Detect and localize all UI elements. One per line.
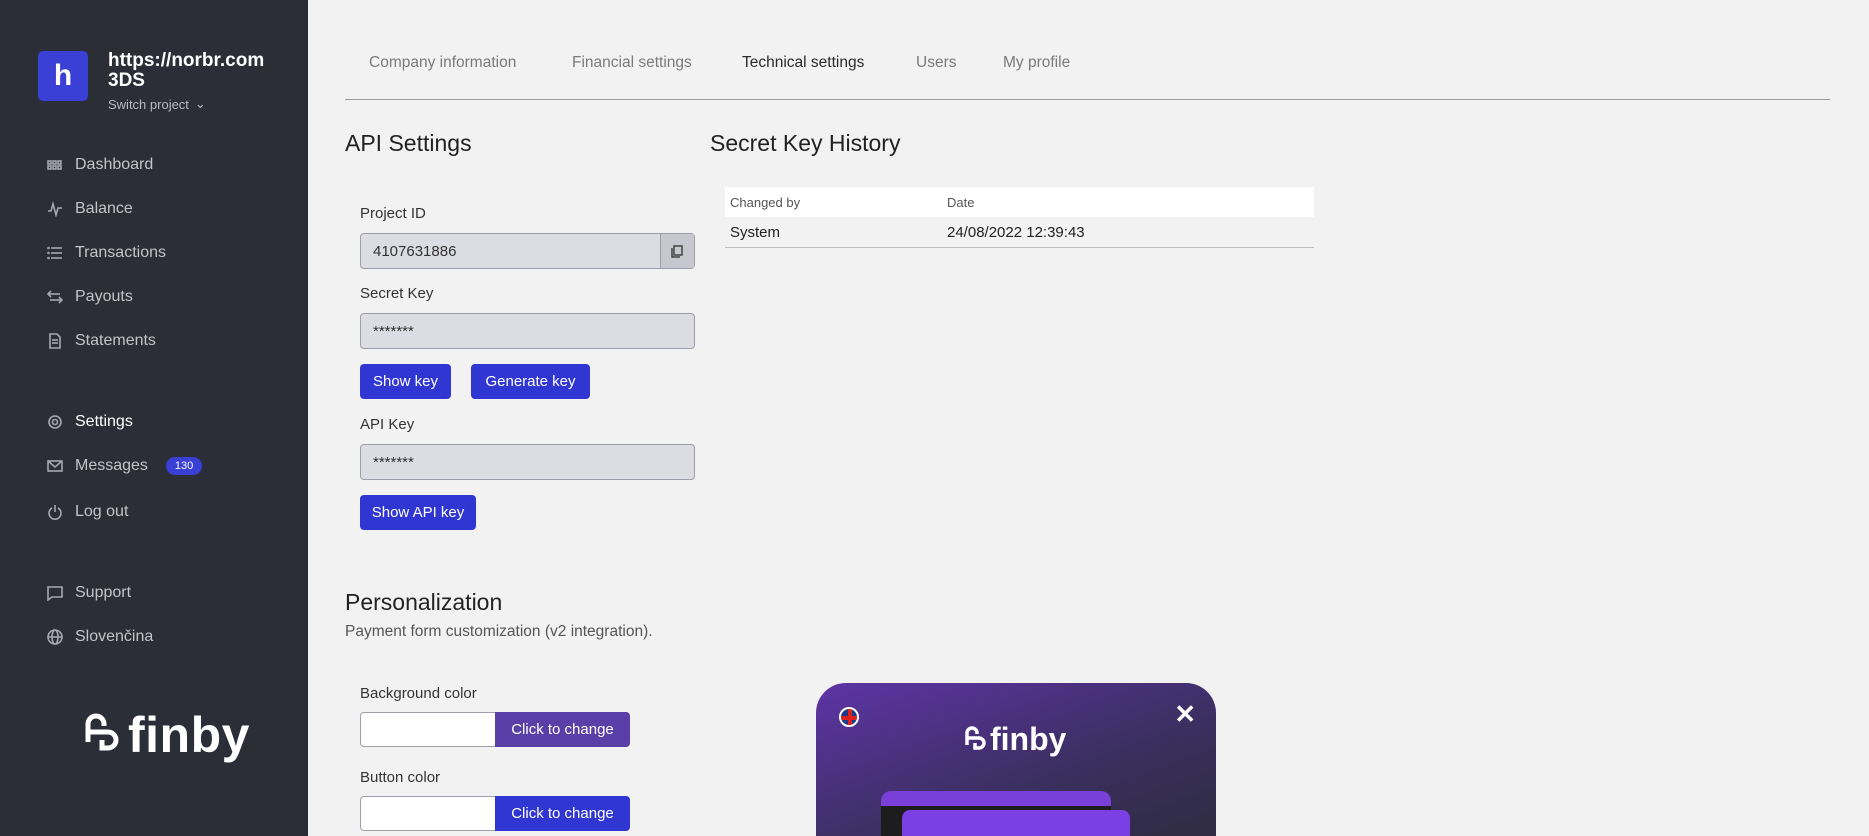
secret-key-history-title: Secret Key History: [710, 130, 901, 156]
show-key-button[interactable]: Show key: [360, 364, 451, 399]
sidebar-item-label: Log out: [75, 503, 129, 520]
generate-key-button[interactable]: Generate key: [471, 364, 590, 399]
api-key-field[interactable]: *******: [360, 444, 695, 480]
column-date: Date: [947, 194, 975, 210]
sidebar-item-transactions[interactable]: Transactions: [47, 244, 166, 262]
list-icon: [47, 245, 63, 261]
api-settings-title: API Settings: [345, 130, 472, 156]
copy-icon: [671, 244, 683, 258]
sidebar-item-label: Dashboard: [75, 156, 154, 173]
background-color-label: Background color: [360, 685, 477, 702]
date-cell: 24/08/2022 12:39:43: [947, 223, 1085, 241]
finby-mark-icon: [85, 713, 119, 751]
payment-form-preview: ✕ finby: [816, 683, 1216, 836]
sidebar: h https://norbr.com 3DS Switch project ⌄…: [0, 0, 308, 836]
document-icon: [47, 333, 63, 349]
switch-project-label: Switch project: [108, 96, 189, 112]
secret-key-value: *******: [373, 322, 414, 340]
changed-by-cell: System: [730, 223, 781, 241]
button-color-input[interactable]: [360, 796, 496, 831]
preview-finby-logo: finby: [964, 721, 1066, 758]
column-changed-by: Changed by: [730, 194, 801, 210]
project-logo: h: [38, 51, 88, 101]
sidebar-item-logout[interactable]: Log out: [47, 503, 128, 521]
project-id-label: Project ID: [360, 205, 426, 222]
tab-company-information[interactable]: Company information: [369, 54, 516, 72]
copy-button[interactable]: [660, 234, 694, 268]
sidebar-item-support[interactable]: Support: [47, 584, 131, 602]
chevron-down-icon: ⌄: [194, 96, 206, 111]
sidebar-item-messages[interactable]: Messages 130: [47, 457, 203, 475]
api-key-label: API Key: [360, 416, 415, 433]
brand-text: finby: [128, 707, 250, 763]
button-color-button[interactable]: Click to change: [495, 796, 630, 831]
secret-key-field[interactable]: *******: [360, 313, 695, 349]
arrows-icon: [47, 289, 63, 305]
sidebar-item-label: Statements: [75, 332, 156, 349]
tab-financial-settings[interactable]: Financial settings: [572, 54, 692, 72]
table-header: Changed by Date: [725, 187, 1314, 217]
finby-logo: finby: [84, 706, 250, 764]
power-icon: [47, 504, 63, 520]
tab-my-profile[interactable]: My profile: [1003, 54, 1070, 72]
messages-count-badge: 130: [165, 457, 203, 475]
sidebar-item-label: Payouts: [75, 288, 133, 305]
chat-icon: [47, 585, 63, 601]
globe-icon: [47, 629, 63, 645]
project-switcher[interactable]: h https://norbr.com 3DS Switch project ⌄: [38, 51, 278, 112]
background-color-input[interactable]: [360, 712, 496, 747]
sidebar-item-label: Settings: [75, 413, 133, 430]
finby-mark-icon: [965, 725, 986, 750]
preview-card-front: [902, 810, 1130, 836]
activity-icon: [47, 201, 63, 217]
sidebar-item-payouts[interactable]: Payouts: [47, 288, 133, 306]
dashboard-icon: [47, 157, 63, 173]
project-name: https://norbr.com 3DS: [108, 50, 265, 91]
sidebar-item-label: Transactions: [75, 244, 166, 261]
sidebar-item-dashboard[interactable]: Dashboard: [47, 156, 153, 174]
tab-users[interactable]: Users: [916, 54, 956, 72]
preview-brand-text: finby: [990, 721, 1067, 757]
personalization-title: Personalization: [345, 589, 503, 615]
personalization-description: Payment form customization (v2 integrati…: [345, 623, 653, 640]
show-api-key-button[interactable]: Show API key: [360, 495, 476, 530]
api-key-value: *******: [373, 453, 414, 471]
background-color-button[interactable]: Click to change: [495, 712, 630, 747]
table-row: System 24/08/2022 12:39:43: [725, 217, 1314, 248]
project-id-field[interactable]: 4107631886: [360, 233, 695, 269]
tab-technical-settings[interactable]: Technical settings: [742, 54, 864, 72]
secret-key-history-table: Changed by Date System 24/08/2022 12:39:…: [725, 187, 1314, 248]
close-icon[interactable]: ✕: [1174, 699, 1196, 730]
switch-project-link[interactable]: Switch project ⌄: [108, 96, 278, 112]
settings-tabs: Company information Financial settings T…: [345, 40, 1830, 100]
uk-flag-icon[interactable]: [839, 707, 859, 727]
button-color-label: Button color: [360, 769, 441, 786]
sidebar-item-label: Messages: [75, 457, 148, 474]
sidebar-item-label: Slovenčina: [75, 628, 154, 645]
sidebar-item-label: Support: [75, 584, 132, 601]
mail-icon: [47, 458, 63, 474]
gear-icon: [47, 414, 63, 430]
sidebar-item-statements[interactable]: Statements: [47, 332, 156, 350]
sidebar-item-balance[interactable]: Balance: [47, 200, 133, 218]
secret-key-label: Secret Key: [360, 285, 434, 302]
project-id-value: 4107631886: [373, 242, 457, 260]
sidebar-item-label: Balance: [75, 200, 133, 217]
sidebar-item-language[interactable]: Slovenčina: [47, 628, 153, 646]
sidebar-item-settings[interactable]: Settings: [47, 413, 133, 431]
